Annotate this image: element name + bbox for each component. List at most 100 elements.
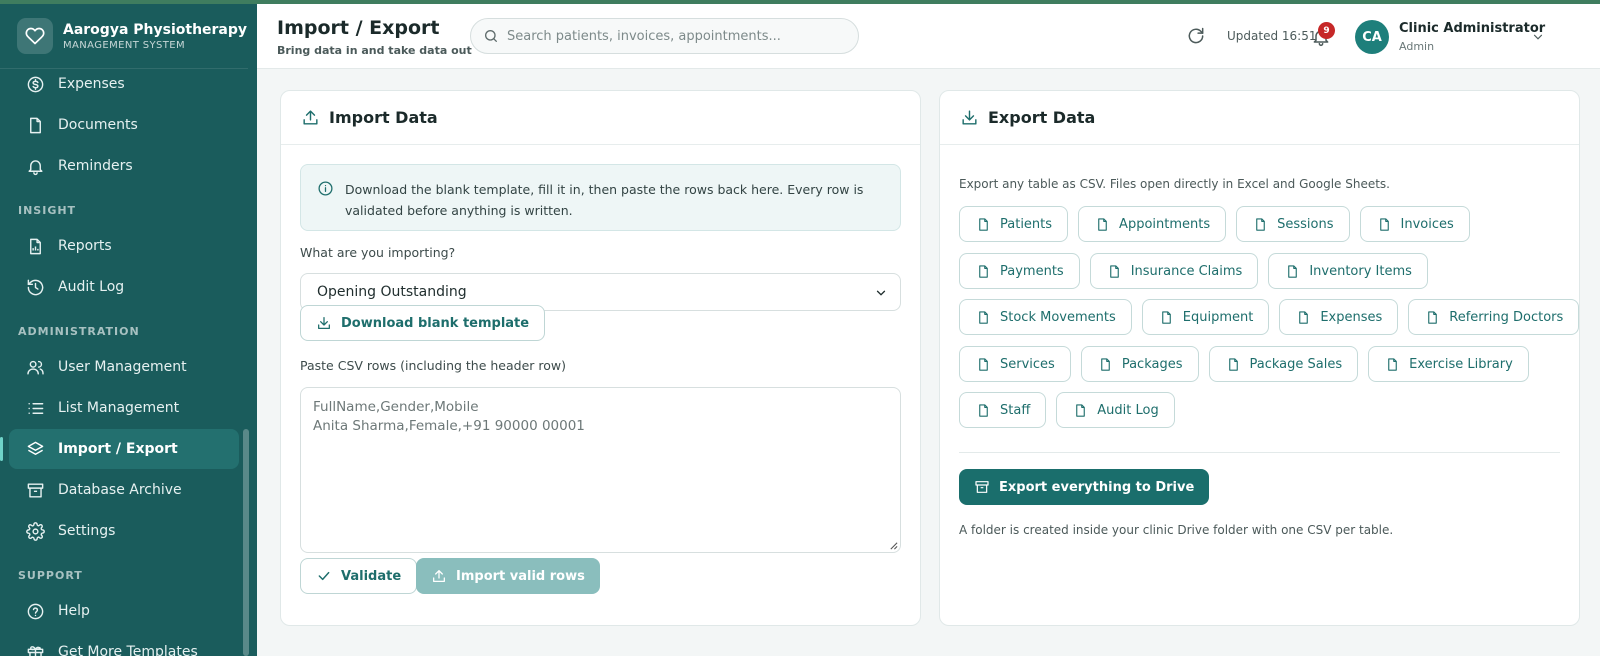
export-divider xyxy=(959,452,1560,453)
dollar-circle-icon xyxy=(27,76,44,92)
sidebar-scrollbar[interactable] xyxy=(243,429,249,656)
brand: Aarogya Physiotherapy & I MANAGEMENT SYS… xyxy=(0,4,257,69)
file-icon xyxy=(1379,217,1389,231)
sidebar-item-reminders[interactable]: Reminders xyxy=(9,146,239,186)
export-button-label: Staff xyxy=(1000,402,1031,418)
gift-icon xyxy=(27,645,44,656)
list-icon xyxy=(28,402,44,414)
export-staff-button[interactable]: Staff xyxy=(959,392,1047,428)
export-exercise-library-button[interactable]: Exercise Library xyxy=(1368,346,1529,382)
export-drive-note: A folder is created inside your clinic D… xyxy=(959,523,1394,537)
file-icon xyxy=(1299,310,1309,324)
gear-icon xyxy=(26,521,45,541)
export-button-label: Insurance Claims xyxy=(1130,263,1243,279)
file-icon xyxy=(1098,217,1107,231)
export-button-label: Patients xyxy=(1000,216,1053,232)
avatar[interactable]: CA xyxy=(1355,20,1389,54)
sidebar-nav: Expenses Documents Reminders INSIGHT Rep… xyxy=(0,64,248,656)
file-icon xyxy=(1109,264,1119,278)
sidebar-item-label: User Management xyxy=(58,359,187,375)
download-template-button[interactable]: Download blank template xyxy=(300,305,546,341)
export-package-sales-button[interactable]: Package Sales xyxy=(1208,346,1359,382)
import-card-title: Import Data xyxy=(329,108,438,127)
export-services-button[interactable]: Services xyxy=(959,346,1071,382)
sidebar-item-user-management[interactable]: User Management xyxy=(9,347,239,387)
chevron-down-icon[interactable] xyxy=(1531,30,1545,44)
sidebar-item-label: Database Archive xyxy=(58,482,182,498)
export-chip-row: Payments Insurance Claims Inventory Item… xyxy=(959,253,1438,289)
report-icon xyxy=(30,238,41,254)
export-appointments-button[interactable]: Appointments xyxy=(1078,206,1227,242)
export-card-header: Export Data xyxy=(940,91,1579,145)
export-card-title: Export Data xyxy=(988,108,1096,127)
export-expenses-button[interactable]: Expenses xyxy=(1279,299,1399,335)
validate-button[interactable]: Validate xyxy=(300,558,418,594)
export-to-drive-button[interactable]: Export everything to Drive xyxy=(959,469,1210,505)
sidebar-item-list-management[interactable]: List Management xyxy=(9,388,239,428)
info-icon xyxy=(318,181,333,196)
export-inventory-items-button[interactable]: Inventory Items xyxy=(1268,253,1428,289)
export-button-label: Inventory Items xyxy=(1309,263,1412,279)
sidebar-item-get-more-templates[interactable]: Get More Templates xyxy=(9,632,239,656)
history-icon xyxy=(27,279,44,295)
export-card: Export Data Export any table as CSV. Fil… xyxy=(939,90,1580,626)
export-button-label: Payments xyxy=(1000,263,1064,279)
sidebar-scroll-track xyxy=(248,4,257,656)
file-icon xyxy=(979,357,988,371)
download-template-label: Download blank template xyxy=(341,315,530,331)
sidebar-item-label: Settings xyxy=(58,523,116,539)
export-description: Export any table as CSV. Files open dire… xyxy=(959,177,1390,191)
sidebar-item-documents[interactable]: Documents xyxy=(9,105,239,145)
sidebar-item-reports[interactable]: Reports xyxy=(9,226,239,266)
document-icon xyxy=(30,117,41,133)
export-sessions-button[interactable]: Sessions xyxy=(1236,206,1350,242)
sidebar-item-settings[interactable]: Settings xyxy=(9,511,239,551)
sidebar-item-audit-log[interactable]: Audit Log xyxy=(9,267,239,307)
export-button-label: Appointments xyxy=(1119,216,1211,232)
export-button-label: Stock Movements xyxy=(1000,309,1116,325)
layers-icon xyxy=(27,441,44,455)
sidebar-item-label: Get More Templates xyxy=(58,644,198,656)
header: Import / Export Bring data in and take d… xyxy=(257,4,1600,69)
import-valid-rows-button[interactable]: Import valid rows xyxy=(416,558,600,594)
updated-timestamp: Updated 16:51 xyxy=(1227,29,1317,43)
resize-handle-icon[interactable] xyxy=(889,541,898,550)
search-bar[interactable] xyxy=(470,18,859,54)
sidebar-item-import-export[interactable]: Import / Export xyxy=(0,429,239,469)
export-button-label: Expenses xyxy=(1320,309,1383,325)
sidebar: Aarogya Physiotherapy & I MANAGEMENT SYS… xyxy=(0,4,257,656)
user-name[interactable]: Clinic Administrator xyxy=(1399,21,1545,36)
sidebar-item-label: Reports xyxy=(58,238,112,254)
heart-logo-icon xyxy=(17,18,53,54)
download-icon xyxy=(318,317,330,329)
import-card: Import Data Download the blank template,… xyxy=(280,90,921,626)
file-icon xyxy=(1101,357,1110,371)
export-stock-movements-button[interactable]: Stock Movements xyxy=(959,299,1132,335)
csv-paste-textarea[interactable] xyxy=(300,387,901,553)
export-invoices-button[interactable]: Invoices xyxy=(1359,206,1470,242)
export-chip-row: Services Packages Package Sales Exercise… xyxy=(959,346,1539,382)
search-input[interactable] xyxy=(507,28,837,44)
export-audit-log-button[interactable]: Audit Log xyxy=(1056,392,1175,428)
export-equipment-button[interactable]: Equipment xyxy=(1141,299,1270,335)
sidebar-item-help[interactable]: Help xyxy=(9,591,239,631)
sidebar-item-expenses[interactable]: Expenses xyxy=(9,64,239,104)
file-icon xyxy=(979,264,988,278)
export-patients-button[interactable]: Patients xyxy=(959,206,1069,242)
sidebar-item-label: Documents xyxy=(58,117,138,133)
upload-icon xyxy=(433,570,445,582)
refresh-icon[interactable] xyxy=(1186,26,1206,46)
sidebar-item-database-archive[interactable]: Database Archive xyxy=(9,470,239,510)
import-type-value: Opening Outstanding xyxy=(317,284,467,300)
export-insurance-claims-button[interactable]: Insurance Claims xyxy=(1089,253,1259,289)
import-info-box: Download the blank template, fill it in,… xyxy=(300,164,901,231)
export-chip-row: Staff Audit Log xyxy=(959,392,1185,428)
file-icon xyxy=(1288,264,1298,278)
export-button-label: Services xyxy=(1000,356,1055,372)
chevron-down-icon xyxy=(876,290,886,296)
import-info-text: Download the blank template, fill it in,… xyxy=(345,182,864,218)
export-payments-button[interactable]: Payments xyxy=(959,253,1080,289)
export-packages-button[interactable]: Packages xyxy=(1080,346,1199,382)
export-referring-doctors-button[interactable]: Referring Doctors xyxy=(1408,299,1580,335)
export-button-label: Sessions xyxy=(1277,216,1334,232)
